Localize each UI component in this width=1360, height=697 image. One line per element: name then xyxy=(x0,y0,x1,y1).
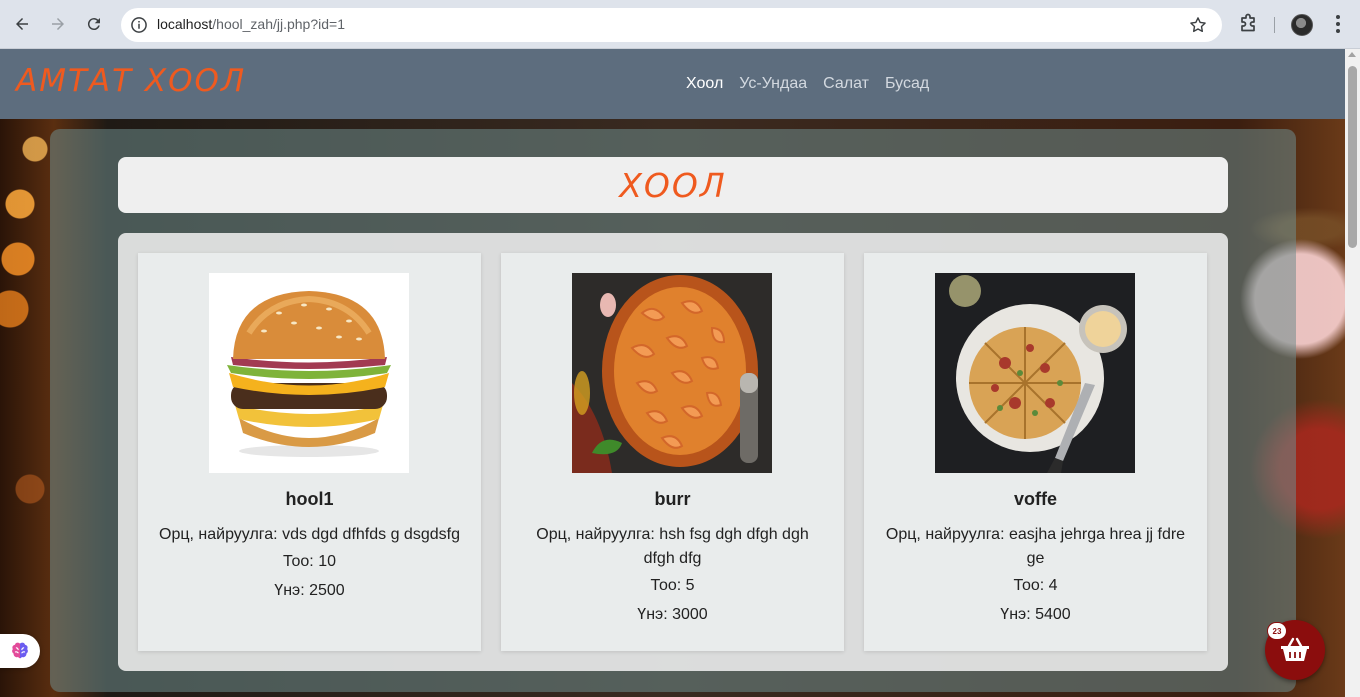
assistant-widget-button[interactable] xyxy=(0,634,40,668)
product-name: voffe xyxy=(1013,489,1057,509)
product-list: hool1 Орц, найруулга: vds dgd dfhfds g d… xyxy=(118,233,1228,671)
product-card[interactable]: burr Орц, найруулга: hsh fsg dgh dfgh dg… xyxy=(501,253,844,651)
shrimp-dish-image xyxy=(572,273,772,473)
url-host: localhost xyxy=(157,16,213,32)
reload-icon xyxy=(87,18,100,31)
brain-icon xyxy=(12,642,28,659)
nav-item-us-undaa[interactable]: Ус-Ундаа xyxy=(739,75,807,93)
page-scrollbar[interactable] xyxy=(1345,49,1360,697)
product-name: hool1 xyxy=(285,489,334,509)
scroll-up-arrow-icon[interactable] xyxy=(1348,52,1356,57)
main-nav: Хоол Ус-Ундаа Салат Бусад xyxy=(686,75,929,93)
scrollbar-thumb[interactable] xyxy=(1348,66,1357,248)
cart-count-badge: 23 xyxy=(1267,622,1287,640)
extensions-puzzle-icon[interactable] xyxy=(1236,12,1260,36)
browser-toolbar: localhost/hool_zah/jj.php?id=1 xyxy=(0,0,1360,49)
bookmark-star-icon[interactable] xyxy=(1188,15,1208,35)
site-info-icon[interactable] xyxy=(129,15,149,35)
product-price: Үнэ: 5400 xyxy=(1000,606,1071,623)
kebab-menu-icon[interactable] xyxy=(1328,12,1348,36)
site-logo[interactable]: АМТАТ ХООЛ xyxy=(16,63,246,99)
section-title-bar: ХООЛ xyxy=(118,157,1228,213)
nav-item-hool[interactable]: Хоол xyxy=(686,75,723,93)
product-name: burr xyxy=(654,489,691,509)
basket-icon xyxy=(1281,637,1309,661)
product-quantity: Тоо: 4 xyxy=(1013,577,1058,594)
product-quantity: Тоо: 10 xyxy=(282,553,336,570)
forward-button[interactable] xyxy=(43,9,73,39)
profile-avatar[interactable] xyxy=(1291,14,1313,36)
product-card[interactable]: hool1 Орц, найруулга: vds dgd dfhfds g d… xyxy=(138,253,481,651)
toolbar-divider xyxy=(1274,17,1275,33)
site-header: АМТАТ ХООЛ Хоол Ус-Ундаа Салат Бусад xyxy=(0,49,1345,119)
address-bar[interactable]: localhost/hool_zah/jj.php?id=1 xyxy=(121,8,1222,42)
product-description: Орц, найруулга: vds dgd dfhfds g dsgdsfg xyxy=(159,526,460,543)
product-card[interactable]: voffe Орц, найруулга: easjha jehrga hrea… xyxy=(864,253,1207,651)
nav-item-busad[interactable]: Бусад xyxy=(885,75,929,93)
product-description: Орц, найруулга: hsh fsg dgh dfgh dgh dfg… xyxy=(536,526,809,567)
url-text[interactable]: localhost/hool_zah/jj.php?id=1 xyxy=(157,16,345,32)
page-viewport: АМТАТ ХООЛ Хоол Ус-Ундаа Салат Бусад ХОО… xyxy=(0,49,1345,697)
product-description: Орц, найруулга: easjha jehrga hrea jj fd… xyxy=(885,526,1186,567)
section-title: ХООЛ xyxy=(619,165,727,205)
frittata-image xyxy=(935,273,1135,473)
product-quantity: Тоо: 5 xyxy=(650,577,695,594)
nav-item-salat[interactable]: Салат xyxy=(823,75,869,93)
back-button[interactable] xyxy=(7,9,37,39)
url-path: /hool_zah/jj.php?id=1 xyxy=(212,16,345,32)
burger-image xyxy=(209,273,409,473)
arrow-left-icon xyxy=(16,18,28,30)
reload-button[interactable] xyxy=(79,9,109,39)
arrow-right-icon xyxy=(52,18,64,30)
product-price: Үнэ: 2500 xyxy=(274,582,345,599)
product-price: Үнэ: 3000 xyxy=(637,606,708,623)
